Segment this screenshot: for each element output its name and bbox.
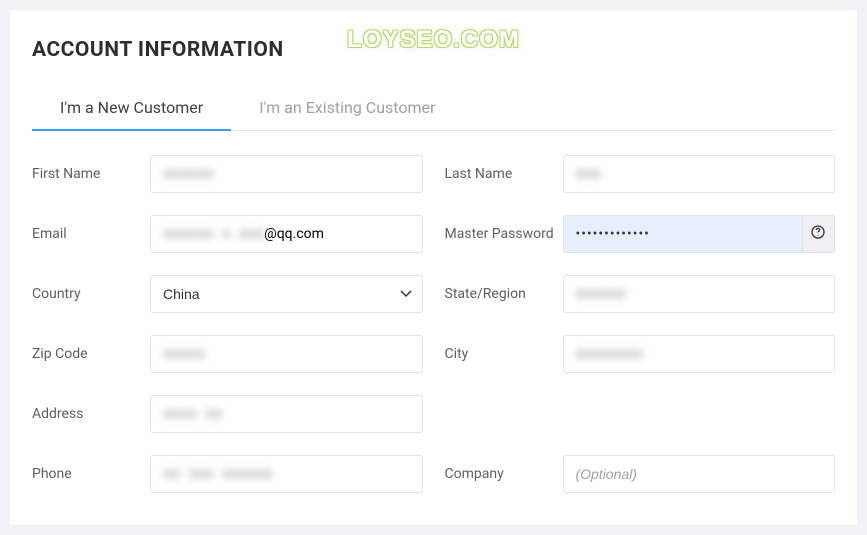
customer-tabs: I'm a New Customer I'm an Existing Custo… (32, 88, 835, 131)
field-country: Country China (32, 275, 423, 313)
label-city: City (445, 346, 563, 362)
label-state-region: State/Region (445, 286, 563, 302)
tab-existing-customer[interactable]: I'm an Existing Customer (231, 88, 463, 131)
email-input[interactable]: xxxxxx x xxx@qq.com (150, 215, 423, 253)
city-input[interactable]: xxxxxxxx (563, 335, 836, 373)
last-name-input[interactable]: xxx (563, 155, 836, 193)
label-phone: Phone (32, 466, 150, 482)
field-phone: Phone xx xxx xxxxxx (32, 455, 423, 493)
field-state-region: State/Region xxxxxx (445, 275, 836, 313)
password-help-button[interactable] (802, 215, 835, 253)
field-first-name: First Name xxxxxx (32, 155, 423, 193)
zip-code-input[interactable]: xxxxx (150, 335, 423, 373)
field-last-name: Last Name xxx (445, 155, 836, 193)
field-zip-code: Zip Code xxxxx (32, 335, 423, 373)
field-city: City xxxxxxxx (445, 335, 836, 373)
label-email: Email (32, 226, 150, 242)
section-title: ACCOUNT INFORMATION (32, 38, 835, 62)
label-master-password: Master Password (445, 226, 563, 242)
master-password-input[interactable]: ••••••••••••• (563, 215, 802, 253)
label-last-name: Last Name (445, 166, 563, 182)
account-form: First Name xxxxxx Last Name xxx Email xx… (32, 155, 835, 493)
country-select[interactable]: China (150, 275, 423, 313)
account-information-card: LOYSEO.COM ACCOUNT INFORMATION I'm a New… (10, 10, 857, 525)
question-icon (810, 224, 826, 244)
first-name-input[interactable]: xxxxxx (150, 155, 423, 193)
field-company: Company (445, 455, 836, 493)
company-input[interactable] (563, 455, 836, 493)
label-address: Address (32, 406, 150, 422)
phone-input[interactable]: xx xxx xxxxxx (150, 455, 423, 493)
label-zip-code: Zip Code (32, 346, 150, 362)
state-region-input[interactable]: xxxxxx (563, 275, 836, 313)
tab-new-customer[interactable]: I'm a New Customer (32, 88, 231, 131)
label-company: Company (445, 466, 563, 482)
label-first-name: First Name (32, 166, 150, 182)
field-address: Address xxxx xx (32, 395, 423, 433)
field-master-password: Master Password ••••••••••••• (445, 215, 836, 253)
address-input[interactable]: xxxx xx (150, 395, 423, 433)
label-country: Country (32, 286, 150, 302)
field-email: Email xxxxxx x xxx@qq.com (32, 215, 423, 253)
